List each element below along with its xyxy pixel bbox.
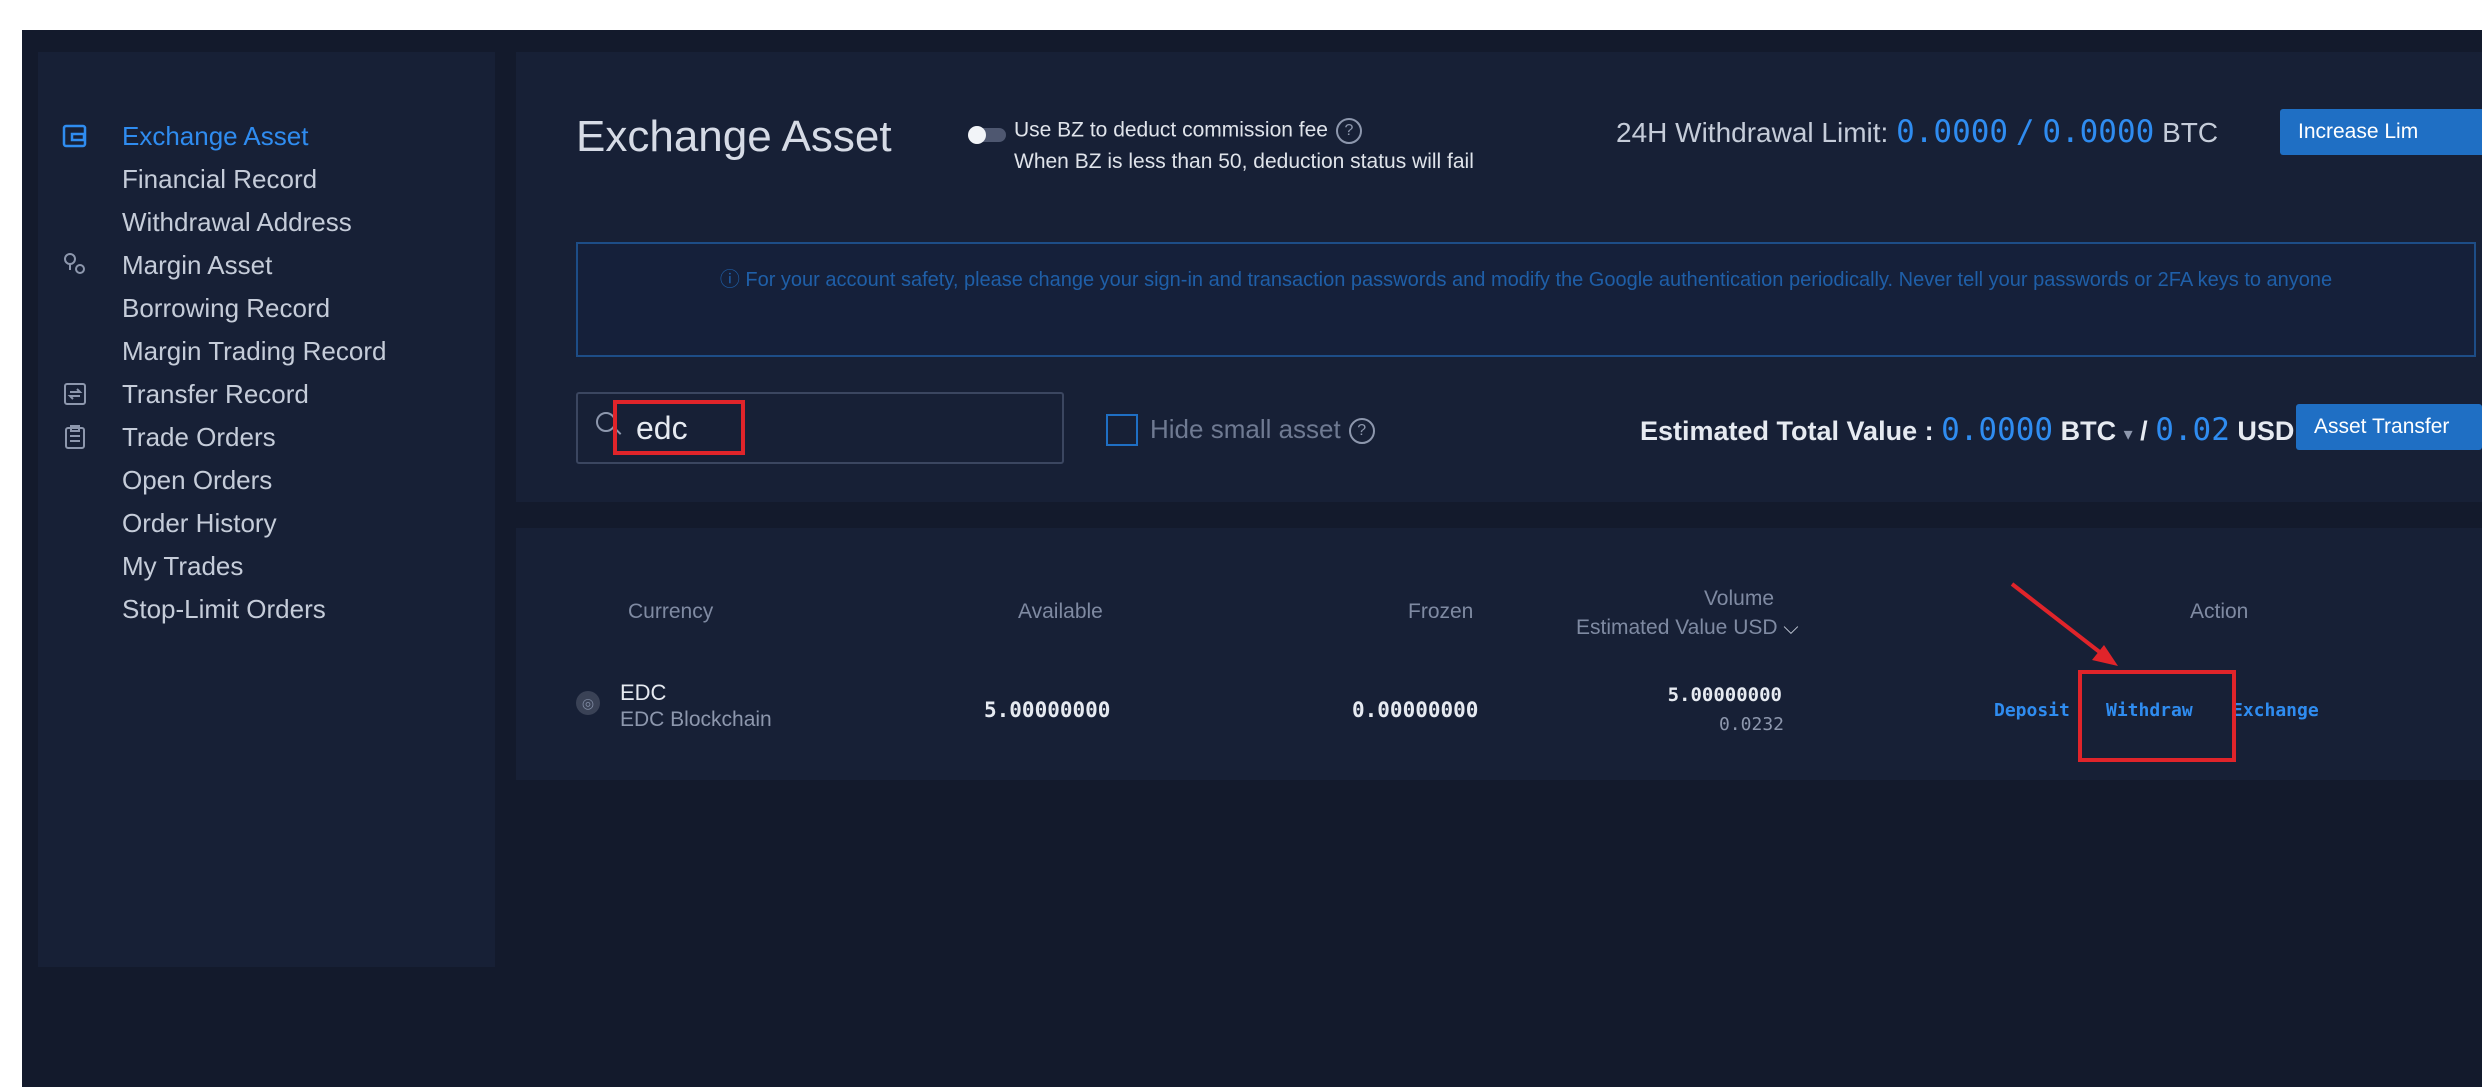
asset-table: Currency Available Frozen Volume Estimat… — [516, 528, 2482, 780]
bz-fee-toggle[interactable] — [968, 126, 1006, 144]
withdrawal-limit: 24H Withdrawal Limit: 0.0000 / 0.0000 BT… — [1616, 114, 2218, 150]
withdrawal-limit-used: 0.0000 — [1896, 114, 2009, 150]
sidebar-item-label: Transfer Record — [122, 378, 309, 409]
column-header-volume: Volume — [1703, 587, 1774, 610]
sidebar-item-label: Margin Trading Record — [122, 335, 387, 366]
estimated-btc-value: 0.0000 — [1941, 412, 2054, 448]
sidebar-item-label: Borrowing Record — [122, 292, 331, 323]
security-notice-text: ⓘ For your account safety, please change… — [719, 269, 2333, 291]
sidebar-item-label: Withdrawal Address — [122, 206, 352, 237]
transfer-icon — [62, 381, 88, 407]
estimated-total-label: Estimated Total Value : — [1640, 416, 1934, 446]
chevron-down-icon: ⌵ — [1783, 617, 1799, 639]
column-header-estimated-text: Estimated Value USD — [1576, 616, 1778, 639]
sidebar-item-label: Trade Orders — [122, 421, 276, 452]
volume-amount: 5.00000000 — [1667, 684, 1782, 706]
fee-option-text: Use BZ to deduct commission fee — [1014, 118, 1328, 142]
asset-header-panel: Exchange Asset Use BZ to deduct commissi… — [516, 52, 2482, 502]
clipboard-icon — [62, 424, 88, 450]
frozen-amount: 0.00000000 — [1352, 698, 1479, 722]
withdraw-link[interactable]: Withdraw — [2106, 700, 2193, 721]
currency-symbol: EDC — [620, 680, 667, 705]
help-icon[interactable]: ? — [1335, 118, 1362, 144]
sidebar: Exchange Asset Financial Record Withdraw… — [38, 52, 495, 967]
withdrawal-limit-label: 24H Withdrawal Limit: — [1616, 117, 1889, 148]
estimated-usd-value: 0.02 — [2155, 412, 2230, 448]
search-icon — [596, 412, 616, 432]
sidebar-item-label: Stop-Limit Orders — [122, 593, 326, 624]
column-header-currency: Currency — [628, 600, 714, 623]
margin-icon — [62, 252, 88, 278]
currency-name: EDC Blockchain — [620, 708, 772, 731]
column-header-available: Available — [1018, 600, 1103, 623]
sidebar-item-label: Open Orders — [122, 464, 273, 495]
asset-transfer-button[interactable]: Asset Transfer — [2296, 404, 2482, 450]
sidebar-item-label: My Trades — [122, 550, 244, 581]
withdrawal-limit-total: 0.0000 — [2042, 114, 2155, 150]
sidebar-item-label: Exchange Asset — [122, 120, 309, 151]
hide-small-asset-label: Hide small asset? — [1150, 414, 1375, 445]
estimated-usd-amount: 0.0232 — [1718, 714, 1784, 735]
sidebar-item-stop-limit-orders[interactable]: Stop-Limit Orders — [38, 581, 495, 637]
available-amount: 5.00000000 — [984, 698, 1111, 722]
estimated-usd-unit: USD — [2237, 416, 2295, 446]
withdrawal-limit-separator: / — [2015, 114, 2035, 150]
sidebar-item-label: Order History — [122, 507, 277, 538]
column-header-estimated-usd[interactable]: Estimated Value USD ⌵ — [1576, 616, 1799, 640]
exchange-link[interactable]: Exchange — [2232, 700, 2319, 721]
hide-small-asset-checkbox[interactable] — [1106, 414, 1138, 446]
withdrawal-limit-unit: BTC — [2162, 117, 2219, 148]
edc-coin-icon: ◎ — [576, 691, 600, 715]
hide-small-asset-text: Hide small asset — [1150, 414, 1341, 444]
deposit-link[interactable]: Deposit — [1994, 700, 2070, 721]
column-header-action: Action — [2190, 600, 2249, 623]
unit-dropdown-icon[interactable]: ▾ — [2124, 424, 2133, 444]
estimated-btc-unit: BTC — [2060, 416, 2117, 446]
help-icon[interactable]: ? — [1348, 418, 1375, 445]
security-notice: ⓘ For your account safety, please change… — [576, 242, 2476, 357]
increase-limit-button[interactable]: Increase Lim — [2280, 109, 2482, 155]
sidebar-item-label: Margin Asset — [122, 249, 273, 280]
column-header-frozen: Frozen — [1408, 600, 1474, 623]
fee-option-label: Use BZ to deduct commission fee? — [1014, 118, 1362, 144]
estimated-usd-separator: / — [2140, 416, 2148, 446]
fee-option-note: When BZ is less than 50, deduction statu… — [1014, 150, 1474, 173]
page-title: Exchange Asset — [576, 112, 892, 161]
wallet-icon — [62, 123, 88, 149]
search-value: edc — [636, 410, 688, 446]
search-input[interactable]: edc — [576, 392, 1064, 464]
sidebar-item-label: Financial Record — [122, 163, 318, 194]
estimated-total-value: Estimated Total Value : 0.0000 BTC ▾ / 0… — [1640, 412, 2294, 448]
